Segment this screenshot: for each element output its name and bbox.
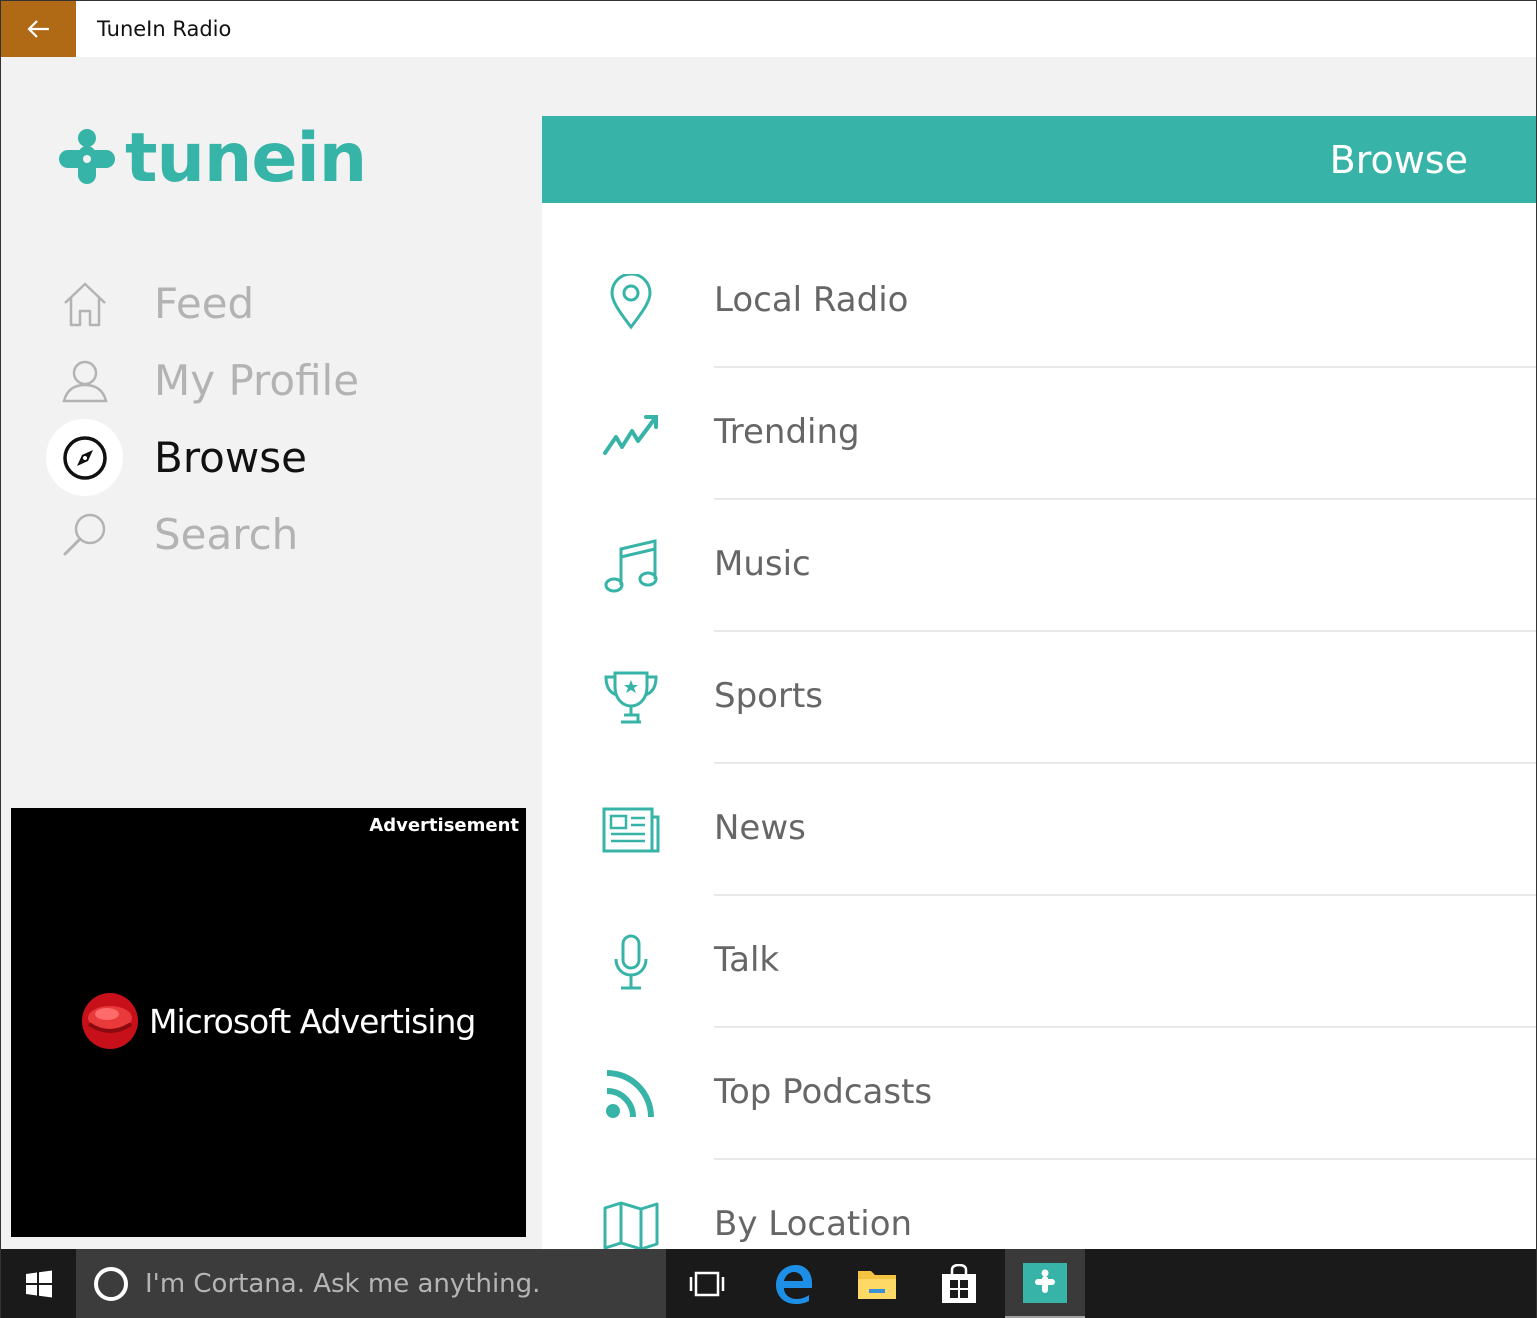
browse-item-trending[interactable]: Trending xyxy=(542,368,1536,500)
microphone-icon xyxy=(600,932,662,992)
map-icon xyxy=(600,1196,662,1249)
row-label: Talk xyxy=(714,940,780,980)
ad-brand: Microsoft Advertising xyxy=(79,990,476,1052)
main-nav: Feed My Profile Browse Search xyxy=(46,265,506,573)
microsoft-advertising-logo-icon xyxy=(82,993,138,1049)
nav-label: Feed xyxy=(154,279,255,328)
edge-icon xyxy=(776,1265,812,1304)
compass-icon xyxy=(46,419,123,496)
row-label: Local Radio xyxy=(714,280,909,320)
nav-item-my-profile[interactable]: My Profile xyxy=(46,342,506,419)
advertisement-panel[interactable]: Advertisement Microsoft Advertising xyxy=(11,808,526,1237)
row-label: Sports xyxy=(714,676,823,716)
home-icon xyxy=(46,265,123,342)
start-button[interactable] xyxy=(1,1249,76,1318)
browse-item-sports[interactable]: Sports xyxy=(542,632,1536,764)
row-label: Music xyxy=(714,544,811,584)
folder-icon xyxy=(858,1271,896,1299)
nav-label: My Profile xyxy=(154,356,360,405)
tunein-plus-icon xyxy=(59,129,115,184)
store-bag-icon xyxy=(942,1264,976,1303)
back-button[interactable] xyxy=(1,1,76,57)
tunein-app-icon xyxy=(1023,1262,1067,1303)
browse-item-local-radio[interactable]: Local Radio xyxy=(542,236,1536,368)
browse-item-by-location[interactable]: By Location xyxy=(542,1160,1536,1249)
cortana-search-box[interactable]: I'm Cortana. Ask me anything. xyxy=(76,1249,666,1318)
task-view-button[interactable] xyxy=(667,1249,747,1318)
nav-item-browse[interactable]: Browse xyxy=(46,419,506,496)
cortana-icon xyxy=(94,1267,128,1301)
browse-item-top-podcasts[interactable]: Top Podcasts xyxy=(542,1028,1536,1160)
podcast-icon xyxy=(600,1064,662,1124)
taskbar-edge-button[interactable] xyxy=(753,1249,833,1318)
row-label: Trending xyxy=(714,412,860,452)
page-title: Browse xyxy=(1329,138,1468,182)
ad-brand-text: Microsoft Advertising xyxy=(149,1001,476,1041)
ad-label: Advertisement xyxy=(369,815,519,836)
music-note-icon xyxy=(600,536,662,596)
trending-icon xyxy=(600,404,662,464)
search-icon xyxy=(46,496,123,573)
row-label: Top Podcasts xyxy=(714,1072,933,1112)
taskbar-tunein-button[interactable] xyxy=(1005,1249,1085,1318)
browse-list: Local Radio Trending Music Sports News T… xyxy=(542,236,1536,1249)
taskbar-store-button[interactable] xyxy=(919,1249,999,1318)
row-label: News xyxy=(714,808,806,848)
newspaper-icon xyxy=(600,800,662,860)
row-label: By Location xyxy=(714,1204,913,1244)
title-bar: TuneIn Radio xyxy=(1,1,1536,57)
taskbar-file-explorer-button[interactable] xyxy=(837,1249,917,1318)
browse-item-talk[interactable]: Talk xyxy=(542,896,1536,1028)
tunein-logo[interactable]: tunein xyxy=(57,119,367,199)
window-title: TuneIn Radio xyxy=(97,17,232,41)
trophy-icon xyxy=(600,668,662,728)
browse-header: Browse xyxy=(542,116,1536,203)
cortana-placeholder: I'm Cortana. Ask me anything. xyxy=(145,1269,541,1299)
map-pin-icon xyxy=(600,272,662,332)
nav-item-feed[interactable]: Feed xyxy=(46,265,506,342)
taskbar: I'm Cortana. Ask me anything. xyxy=(1,1249,1536,1318)
sidebar: tunein Feed My Profile Browse Search Adv… xyxy=(1,57,542,1249)
nav-label: Search xyxy=(154,510,299,559)
browse-panel: Browse Local Radio Trending Music Sports… xyxy=(542,116,1536,1249)
nav-label: Browse xyxy=(154,433,307,482)
browse-item-news[interactable]: News xyxy=(542,764,1536,896)
user-icon xyxy=(46,342,123,419)
back-arrow-icon xyxy=(26,20,49,38)
task-view-icon xyxy=(689,1271,725,1297)
nav-item-search[interactable]: Search xyxy=(46,496,506,573)
logo-text: tunein xyxy=(125,119,367,198)
browse-item-music[interactable]: Music xyxy=(542,500,1536,632)
windows-logo-icon xyxy=(25,1270,52,1298)
